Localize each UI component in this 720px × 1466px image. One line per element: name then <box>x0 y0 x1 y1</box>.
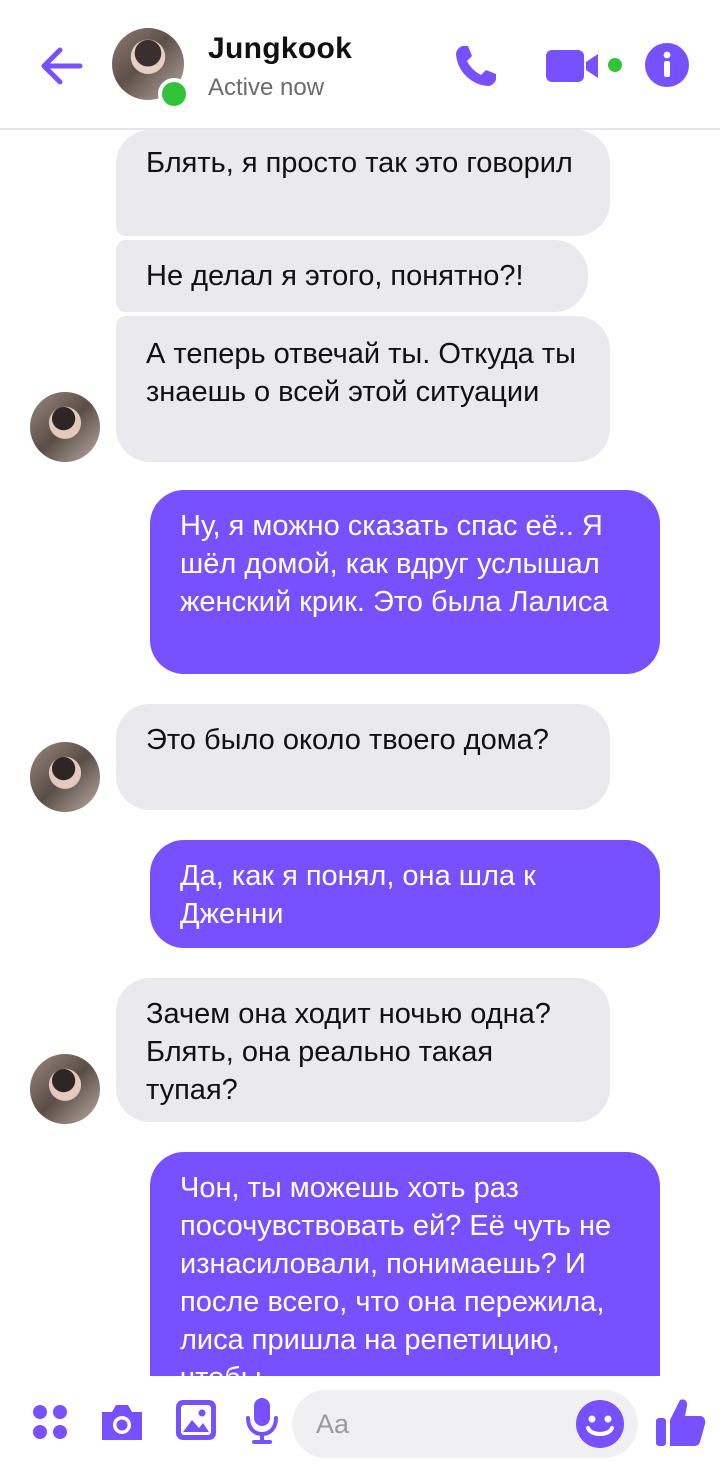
back-arrow-icon[interactable] <box>36 40 88 92</box>
microphone-icon[interactable] <box>244 1396 280 1446</box>
video-active-dot <box>608 58 622 72</box>
contact-name[interactable]: Jungkook <box>208 32 352 66</box>
contact-status: Active now <box>208 74 325 101</box>
composer-bar <box>0 1376 720 1466</box>
outgoing-message[interactable]: Ну, я можно сказать спас её.. Я шёл домо… <box>150 490 660 674</box>
outgoing-message[interactable]: Чон, ты можешь хоть раз посочувствовать … <box>150 1152 660 1402</box>
chat-header: Jungkook Active now <box>0 0 720 130</box>
phone-icon[interactable] <box>450 40 502 92</box>
apps-grid-icon[interactable] <box>30 1402 70 1442</box>
sender-avatar[interactable] <box>30 1054 100 1124</box>
incoming-message[interactable]: Это было около твоего дома? <box>116 704 610 810</box>
outgoing-message[interactable]: Да, как я понял, она шла к Дженни <box>150 840 660 948</box>
emoji-icon[interactable] <box>574 1398 626 1450</box>
thumbs-up-icon[interactable] <box>652 1394 708 1450</box>
sender-avatar[interactable] <box>30 742 100 812</box>
incoming-message[interactable]: Зачем она ходит ночью одна? Блять, она р… <box>116 978 610 1122</box>
sender-avatar[interactable] <box>30 392 100 462</box>
camera-icon[interactable] <box>98 1400 146 1444</box>
video-camera-icon[interactable] <box>544 44 604 88</box>
incoming-message[interactable]: Блять, я просто так это говорил <box>116 130 610 236</box>
online-indicator <box>158 78 190 110</box>
info-icon[interactable] <box>644 42 690 88</box>
incoming-message[interactable]: А теперь отвечай ты. Откуда ты знаешь о … <box>116 316 610 462</box>
incoming-message[interactable]: Не делал я этого, понятно?! <box>116 240 588 312</box>
gallery-icon[interactable] <box>174 1398 218 1442</box>
